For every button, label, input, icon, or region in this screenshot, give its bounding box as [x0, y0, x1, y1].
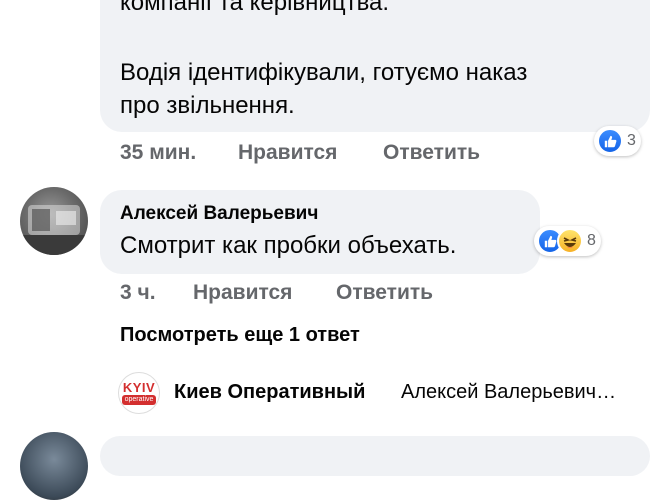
- reply-button[interactable]: Ответить: [336, 281, 433, 305]
- comment-text: Смотрит как пробки объехать.: [120, 232, 457, 259]
- haha-icon: [557, 228, 583, 254]
- comment-text-line: Водія ідентифікували, готуємо наказ: [120, 59, 528, 86]
- view-more-replies-link[interactable]: Посмотреть еще 1 ответ: [120, 324, 360, 347]
- reply-author[interactable]: Киев Оперативный: [174, 381, 365, 404]
- logo-text: KYIV: [122, 380, 156, 395]
- comment-timestamp[interactable]: 3 ч.: [120, 281, 156, 305]
- like-button[interactable]: Нравится: [238, 141, 337, 165]
- reactions-summary[interactable]: 3: [594, 126, 641, 156]
- logo-subtext: operative: [121, 395, 157, 405]
- comment-bubble: [100, 436, 650, 476]
- reply-button[interactable]: Ответить: [383, 141, 480, 165]
- comment-text-line: про звільнення.: [120, 92, 295, 119]
- reply-preview-text[interactable]: Алексей Валерьевич…: [401, 381, 616, 404]
- avatar[interactable]: [20, 187, 88, 255]
- reaction-count: 3: [627, 132, 636, 149]
- like-icon: [597, 128, 623, 154]
- comment-timestamp[interactable]: 35 мин.: [120, 141, 196, 165]
- avatar[interactable]: [20, 432, 88, 500]
- reaction-count: 8: [587, 232, 596, 249]
- comment-author[interactable]: Алексей Валерьевич: [120, 203, 318, 225]
- like-button[interactable]: Нравится: [193, 281, 292, 305]
- reactions-summary[interactable]: 8: [534, 226, 601, 256]
- comment-text-line: компанії та керівництва.: [120, 0, 390, 16]
- page-logo-avatar[interactable]: KYIV operative: [118, 372, 160, 414]
